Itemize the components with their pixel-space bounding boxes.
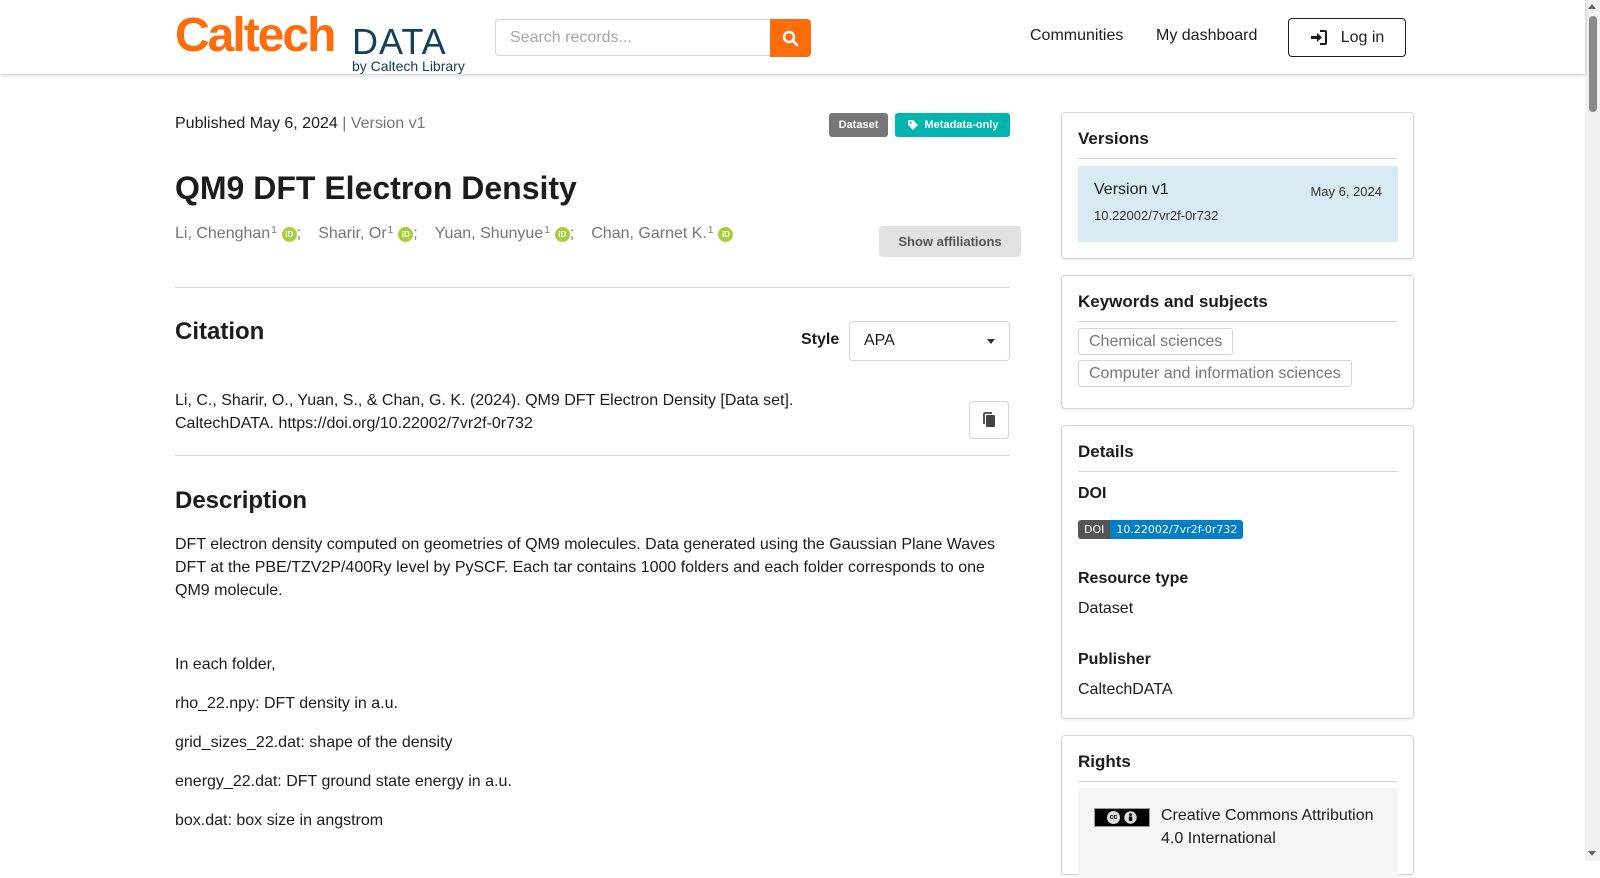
orcid-icon[interactable]: iD [398,227,414,242]
description-line: In each folder, [175,656,276,673]
cc-by-icon: cc [1094,808,1150,827]
creator-item[interactable]: Sharir, Or 1 iD; [318,225,418,243]
description-line: rho_22.npy: DFT density in a.u. [175,695,398,712]
logo-by-text: by Caltech Library [352,58,465,74]
creator-name: Sharir, Or [318,225,387,242]
copy-citation-button[interactable] [969,401,1009,439]
affiliation-number: 1 [707,225,714,236]
version-item-doi: 10.22002/7vr2f-0r732 [1094,208,1219,223]
publisher-value: CaltechDATA [1078,681,1173,698]
details-heading: Details [1078,442,1398,472]
resource-type-badge-label: Dataset [838,119,879,131]
doi-badge[interactable]: DOI 10.22002/7vr2f-0r732 [1078,520,1244,539]
keywords-heading: Keywords and subjects [1078,292,1398,322]
affiliation-number: 1 [271,225,277,236]
rights-heading: Rights [1078,752,1398,782]
chevron-down-icon [987,338,995,344]
tag-icon [907,120,918,130]
show-affiliations-button[interactable]: Show affiliations [879,226,1021,257]
search-icon [782,30,799,46]
section-divider [175,455,1010,456]
version-item-label: Version v1 [1094,181,1169,198]
scroll-down-arrow-icon[interactable] [1588,851,1596,856]
scrollbar-thumb[interactable] [1589,16,1597,112]
doi-badge-right: 10.22002/7vr2f-0r732 [1110,520,1244,539]
citation-style-value: APA [864,332,895,349]
copy-icon [983,412,995,427]
version-item[interactable]: Version v1 May 6, 2024 10.22002/7vr2f-0r… [1078,166,1398,242]
record-title: QM9 DFT Electron Density [175,170,577,206]
description-heading: Description [175,487,308,514]
description-line: grid_sizes_22.dat: shape of the density [175,734,453,751]
creator-item[interactable]: Chan, Garnet K. 1 iD [591,225,734,243]
details-card: Details DOI DOI 10.22002/7vr2f-0r732 Res… [1061,425,1414,719]
search-input[interactable] [495,19,771,56]
creator-name: Chan, Garnet K. [591,225,707,242]
login-label: Log in [1340,28,1385,46]
publisher-label: Publisher [1078,651,1151,668]
scroll-up-arrow-icon[interactable] [1588,4,1596,9]
citation-style-dropdown[interactable]: APA [849,321,1010,361]
section-divider [175,287,1010,288]
citation-line: Li, C., Sharir, O., Yuan, S., & Chan, G.… [175,392,794,409]
citation-line: CaltechDATA. https://doi.org/10.22002/7v… [175,415,533,432]
access-status-label: Metadata-only [924,119,999,131]
keyword-chip[interactable]: Computer and information sciences [1078,360,1352,387]
description-line: box.dat: box size in angstrom [175,812,384,829]
publication-info: Published May 6, 2024 | Version v1 [175,115,426,133]
nav-my-dashboard[interactable]: My dashboard [1156,27,1257,45]
versions-heading: Versions [1078,129,1398,159]
license-item[interactable]: cc Creative Commons Attribution 4.0 Inte… [1078,788,1398,878]
keywords-card: Keywords and subjects Chemical sciences … [1061,275,1414,409]
logo-caltech-text: Caltech [175,9,336,62]
site-header: Caltech DATA by Caltech Library Communit… [0,0,1585,74]
description-line: energy_22.dat: DFT ground state energy i… [175,773,512,790]
logo-data-text: DATA [352,21,447,62]
creator-item[interactable]: Yuan, Shunyue 1 iD; [434,225,574,243]
rights-card: Rights cc Creative Commons Attribution 4… [1061,735,1414,878]
description-paragraph: DFT electron density computed on geometr… [175,536,995,599]
orcid-icon[interactable]: iD [554,227,570,242]
search-button[interactable] [770,19,811,57]
resource-type-badge: Dataset [829,113,888,137]
license-name[interactable]: Creative Commons Attribution 4.0 Interna… [1161,804,1386,850]
citation-style-label: Style [801,331,840,348]
published-date: Published May 6, 2024 [175,115,338,132]
login-button[interactable]: Log in [1288,18,1406,57]
creator-name: Li, Chenghan [175,225,271,242]
keyword-chip[interactable]: Chemical sciences [1078,328,1234,355]
creator-name: Yuan, Shunyue [434,225,544,242]
caltech-data-logo[interactable]: Caltech DATA by Caltech Library [175,9,475,75]
doi-label: DOI [1078,485,1107,502]
nav-communities[interactable]: Communities [1030,27,1123,45]
person-icon [1124,811,1137,824]
resource-type-label: Resource type [1078,570,1189,587]
sign-in-icon [1310,30,1327,45]
affiliation-number: 1 [387,225,394,236]
resource-type-value: Dataset [1078,600,1134,617]
creator-item[interactable]: Li, Chenghan 1 iD; [175,225,301,243]
orcid-icon[interactable]: iD [718,227,734,242]
cc-icon-mark: cc [1107,811,1120,824]
versions-card: Versions Version v1 May 6, 2024 10.22002… [1061,112,1414,259]
affiliation-number: 1 [544,225,550,236]
orcid-icon[interactable]: iD [281,227,297,242]
version-item-date: May 6, 2024 [1310,184,1382,199]
creators-list: Li, Chenghan 1 iD; Sharir, Or 1 iD; Yuan, … [175,225,734,243]
access-status-badge: Metadata-only [895,113,1010,137]
citation-text: Li, C., Sharir, O., Yuan, S., & Chan, G.… [175,389,815,435]
page-scrollbar[interactable] [1585,0,1600,861]
doi-badge-left: DOI [1078,520,1111,539]
citation-heading: Citation [175,318,265,345]
version-label: | Version v1 [342,115,426,132]
